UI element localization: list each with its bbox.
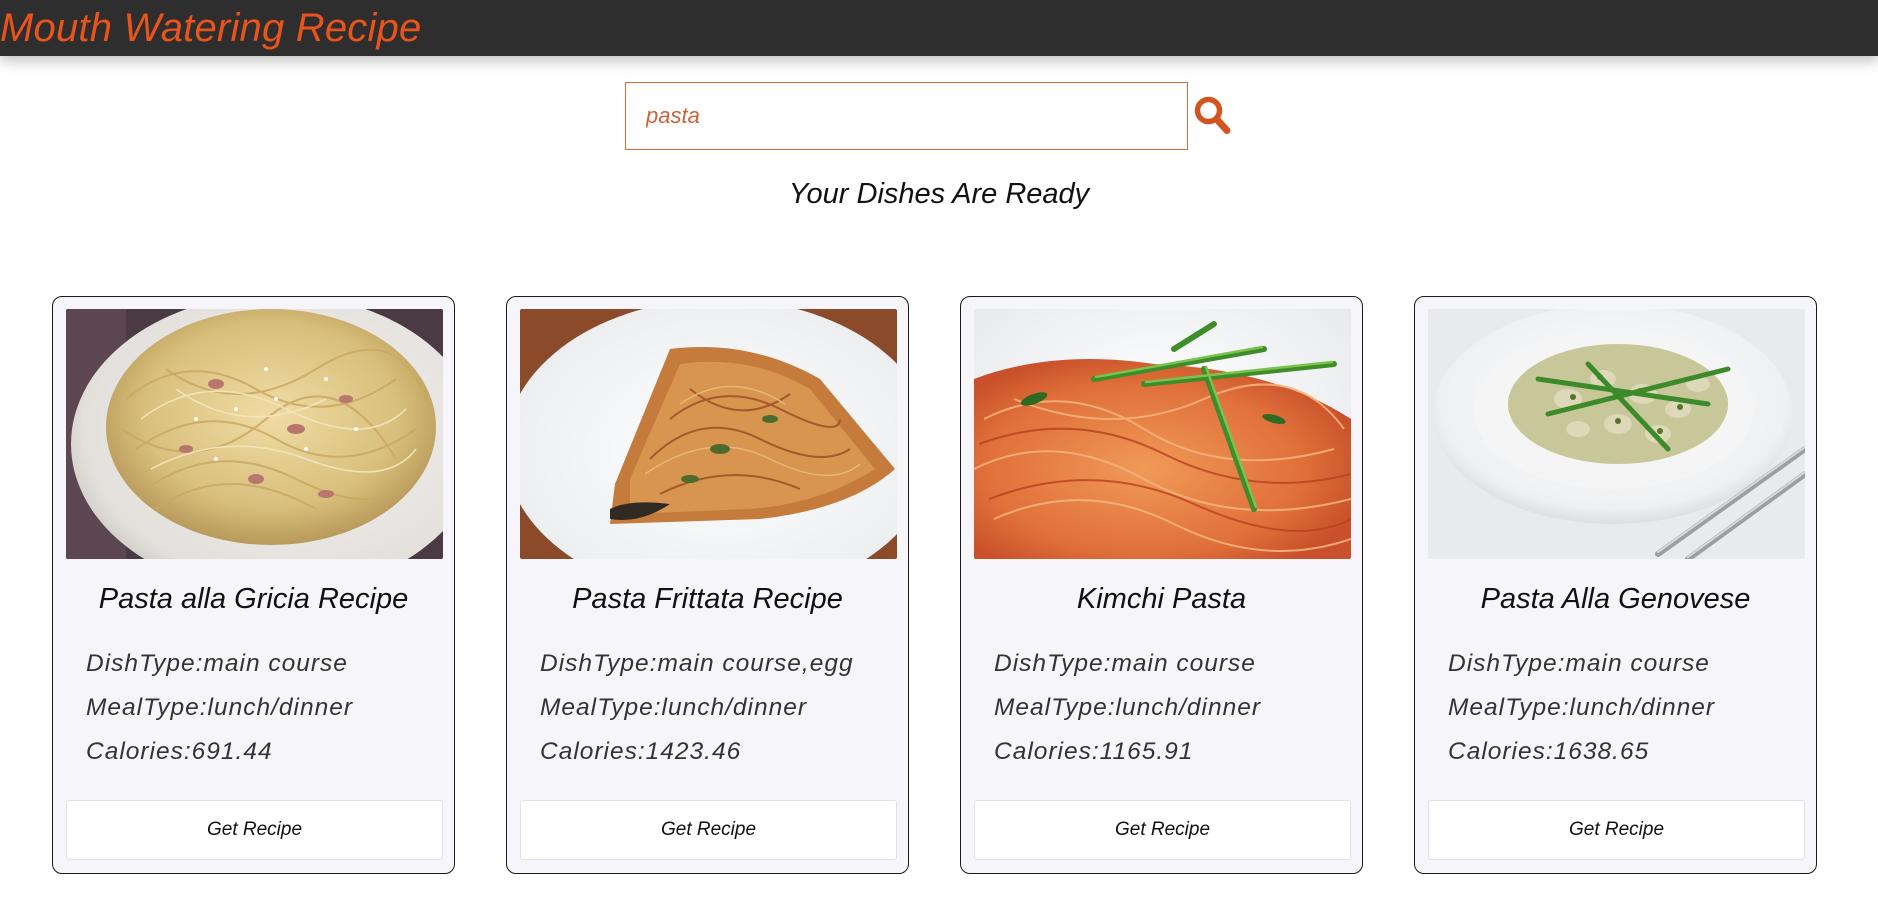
- pasta-frittata-photo: [520, 309, 897, 559]
- search-input[interactable]: [626, 83, 1187, 149]
- recipe-title: Pasta Alla Genovese: [1480, 583, 1751, 615]
- calories: Calories:1423.46: [540, 738, 742, 765]
- brand-title[interactable]: Mouth Watering Recipe: [0, 4, 421, 52]
- search-box: [625, 82, 1188, 150]
- meal-type: MealType:lunch/dinner: [540, 694, 808, 721]
- recipe-title: Pasta Frittata Recipe: [572, 583, 843, 615]
- pasta-alla-genovese-photo: [1428, 309, 1805, 559]
- calories: Calories:1638.65: [1448, 738, 1650, 765]
- get-recipe-button[interactable]: Get Recipe: [1428, 800, 1805, 860]
- pasta-alla-gricia-photo: [66, 309, 443, 559]
- get-recipe-button[interactable]: Get Recipe: [66, 800, 443, 860]
- search-button[interactable]: [1192, 94, 1234, 138]
- recipe-card: Pasta alla Gricia Recipe DishType:main c…: [52, 296, 455, 874]
- search-icon: [1194, 96, 1231, 134]
- results-heading: Your Dishes Are Ready: [788, 178, 1090, 210]
- recipe-title: Pasta alla Gricia Recipe: [98, 583, 409, 615]
- calories: Calories:691.44: [86, 738, 273, 765]
- dish-type: DishType:main course: [86, 650, 348, 677]
- get-recipe-button[interactable]: Get Recipe: [974, 800, 1351, 860]
- dish-type: DishType:main course: [1448, 650, 1710, 677]
- meal-type: MealType:lunch/dinner: [86, 694, 354, 721]
- navbar: Mouth Watering Recipe: [0, 0, 1878, 56]
- recipe-title: Kimchi Pasta: [1076, 583, 1247, 615]
- dish-type: DishType:main course: [994, 650, 1256, 677]
- dish-type: DishType:main course,egg: [540, 650, 854, 677]
- get-recipe-button[interactable]: Get Recipe: [520, 800, 897, 860]
- meal-type: MealType:lunch/dinner: [1448, 694, 1716, 721]
- meal-type: MealType:lunch/dinner: [994, 694, 1262, 721]
- recipe-card: Pasta Frittata Recipe DishType:main cour…: [506, 296, 909, 874]
- recipe-card: Kimchi Pasta DishType:main course MealTy…: [960, 296, 1363, 874]
- calories: Calories:1165.91: [994, 738, 1194, 765]
- recipe-card: Pasta Alla Genovese DishType:main course…: [1414, 296, 1817, 874]
- kimchi-pasta-photo: [974, 309, 1351, 559]
